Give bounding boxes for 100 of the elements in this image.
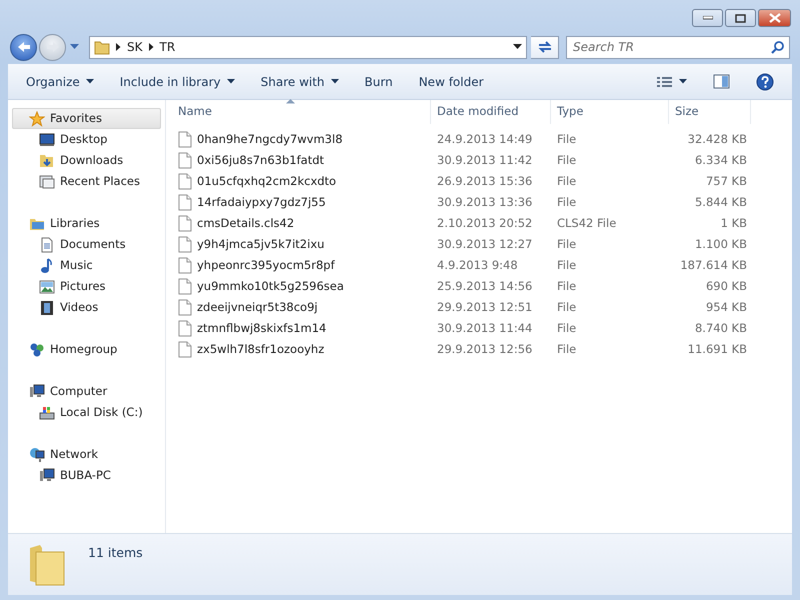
picture-icon (39, 278, 55, 294)
table-cell-text: CLS42 File (556, 214, 618, 232)
table-cell-text: 11.691 KB (686, 340, 748, 358)
computer-icon (29, 384, 45, 400)
search-icon (771, 40, 784, 54)
table-cell-text: File (556, 194, 578, 211)
refresh-button[interactable] (531, 36, 559, 58)
chevron-icon (148, 43, 154, 51)
sidebar-item[interactable]: Pictures (12, 276, 161, 297)
file-name[interactable]: ztmnflbwj8skixfs1m14 (197, 320, 326, 338)
sidebar-item[interactable]: Libraries (12, 213, 161, 234)
table-cell-text: File (556, 152, 578, 169)
file-icon (178, 236, 192, 253)
table-cell-text: 757 KB (704, 172, 748, 190)
file-name[interactable]: 01u5cfqxhq2cm2kcxdto (197, 172, 336, 190)
table-cell-text: 8.740 KB (694, 320, 748, 337)
table-cell-text: 6.334 KB (694, 152, 748, 169)
sidebar-item[interactable]: Desktop (12, 129, 161, 150)
folder-icon (94, 40, 110, 54)
breadcrumb-item[interactable]: TR (160, 38, 176, 56)
details-view-icon (657, 76, 673, 88)
sidebar-item[interactable]: Music (12, 255, 161, 276)
column-header[interactable]: Name (166, 100, 431, 124)
sidebar-item[interactable]: Downloads (12, 150, 161, 171)
table-cell-text: File (556, 320, 578, 337)
table-cell-text: File (556, 278, 578, 295)
star-icon (29, 110, 45, 126)
file-name[interactable]: zx5wlh7l8sfr1ozooyhz (197, 340, 324, 358)
recent-places-icon (39, 174, 55, 190)
table-cell-text: 30.9.2013 12:27 (436, 236, 534, 253)
toolbar-button[interactable]: Organize (18, 70, 102, 94)
monitor-icon (39, 132, 55, 148)
table-cell-text: 30.9.2013 11:44 (436, 320, 534, 337)
address-bar[interactable]: SK TR (89, 36, 527, 58)
toolbar-button[interactable]: Share with (252, 70, 347, 94)
table-cell-text: 1 KB (720, 214, 748, 232)
file-icon (178, 152, 192, 169)
file-icon (178, 278, 192, 295)
close-icon (768, 13, 780, 23)
sidebar-item[interactable]: Videos (12, 297, 161, 318)
sidebar-item[interactable]: BUBA-PC (12, 465, 161, 486)
table-cell-text: File (556, 130, 578, 148)
toolbar-button[interactable]: Include in library (112, 70, 243, 94)
file-name[interactable]: 0han9he7ngcdy7wvm3l8 (197, 130, 343, 148)
toolbar-button[interactable]: Burn (356, 70, 401, 94)
file-name[interactable]: zdeeijvneiqr5t38co9j (197, 298, 318, 316)
sidebar-item[interactable]: Computer (12, 381, 161, 402)
file-name[interactable]: y9h4jmca5jv5k7it2ixu (197, 236, 324, 254)
close-button[interactable] (758, 9, 791, 27)
file-icon (178, 131, 192, 148)
folder-icon (28, 544, 66, 586)
table-cell-text: File (556, 172, 578, 190)
maximize-icon (735, 14, 746, 22)
help-icon (756, 72, 774, 90)
sidebar-item[interactable]: Homegroup (12, 339, 161, 360)
sidebar-item[interactable]: Local Disk (C:) (12, 402, 161, 423)
maximize-button[interactable] (725, 9, 756, 27)
file-name[interactable]: yhpeonrc395yocm5r8pf (197, 256, 335, 274)
back-arrow-icon (16, 41, 30, 53)
table-cell-text: 4.9.2013 9:48 (436, 256, 519, 274)
table-cell-text: 30.9.2013 11:42 (436, 152, 534, 169)
breadcrumb-item[interactable]: SK (127, 38, 142, 56)
table-cell-text: File (556, 298, 578, 316)
item-count: 11 items (88, 544, 143, 562)
file-icon (178, 299, 192, 316)
file-icon (178, 173, 192, 190)
file-name[interactable]: cmsDetails.cls42 (197, 214, 294, 232)
chevron-icon (116, 43, 121, 51)
network-icon (29, 446, 45, 462)
folder-download-icon (39, 152, 55, 168)
sidebar-item[interactable]: Documents (12, 234, 161, 255)
table-cell-text: 26.9.2013 15:36 (436, 172, 534, 190)
table-cell-text: File (556, 340, 578, 358)
table-cell-text: 24.9.2013 14:49 (436, 130, 534, 148)
sidebar-item[interactable]: Recent Places (12, 171, 161, 192)
refresh-icon (536, 40, 552, 54)
history-dropdown-icon[interactable] (70, 44, 79, 50)
table-cell-text: File (556, 256, 578, 274)
document-icon (39, 236, 55, 252)
sidebar-item[interactable]: Favorites (12, 108, 161, 129)
back-button[interactable] (10, 34, 37, 60)
column-header[interactable]: Type (551, 100, 669, 124)
table-cell-text: 187.614 KB (679, 256, 748, 274)
file-icon (178, 341, 192, 358)
file-name[interactable]: yu9mmko10tk5g2596sea (197, 278, 344, 296)
sidebar-item[interactable]: Network (12, 444, 161, 465)
file-icon (178, 320, 192, 337)
toolbar-button[interactable]: New folder (410, 70, 492, 94)
column-header[interactable]: Date modified (431, 100, 551, 124)
file-name[interactable]: 14rfadaiypxy7gdz7j55 (197, 194, 326, 212)
search-field[interactable]: Search TR (566, 36, 790, 58)
music-note-icon (39, 258, 55, 274)
column-header[interactable]: Size (669, 100, 751, 124)
minimize-icon (702, 16, 712, 20)
preview-pane-icon (713, 74, 730, 89)
file-name[interactable]: 0xi56ju8s7n63b1fatdt (197, 152, 324, 170)
table-cell-text: 29.9.2013 12:56 (436, 340, 534, 358)
film-icon (39, 300, 55, 316)
table-cell-text: 29.9.2013 12:51 (436, 298, 534, 316)
minimize-button[interactable] (692, 9, 723, 27)
